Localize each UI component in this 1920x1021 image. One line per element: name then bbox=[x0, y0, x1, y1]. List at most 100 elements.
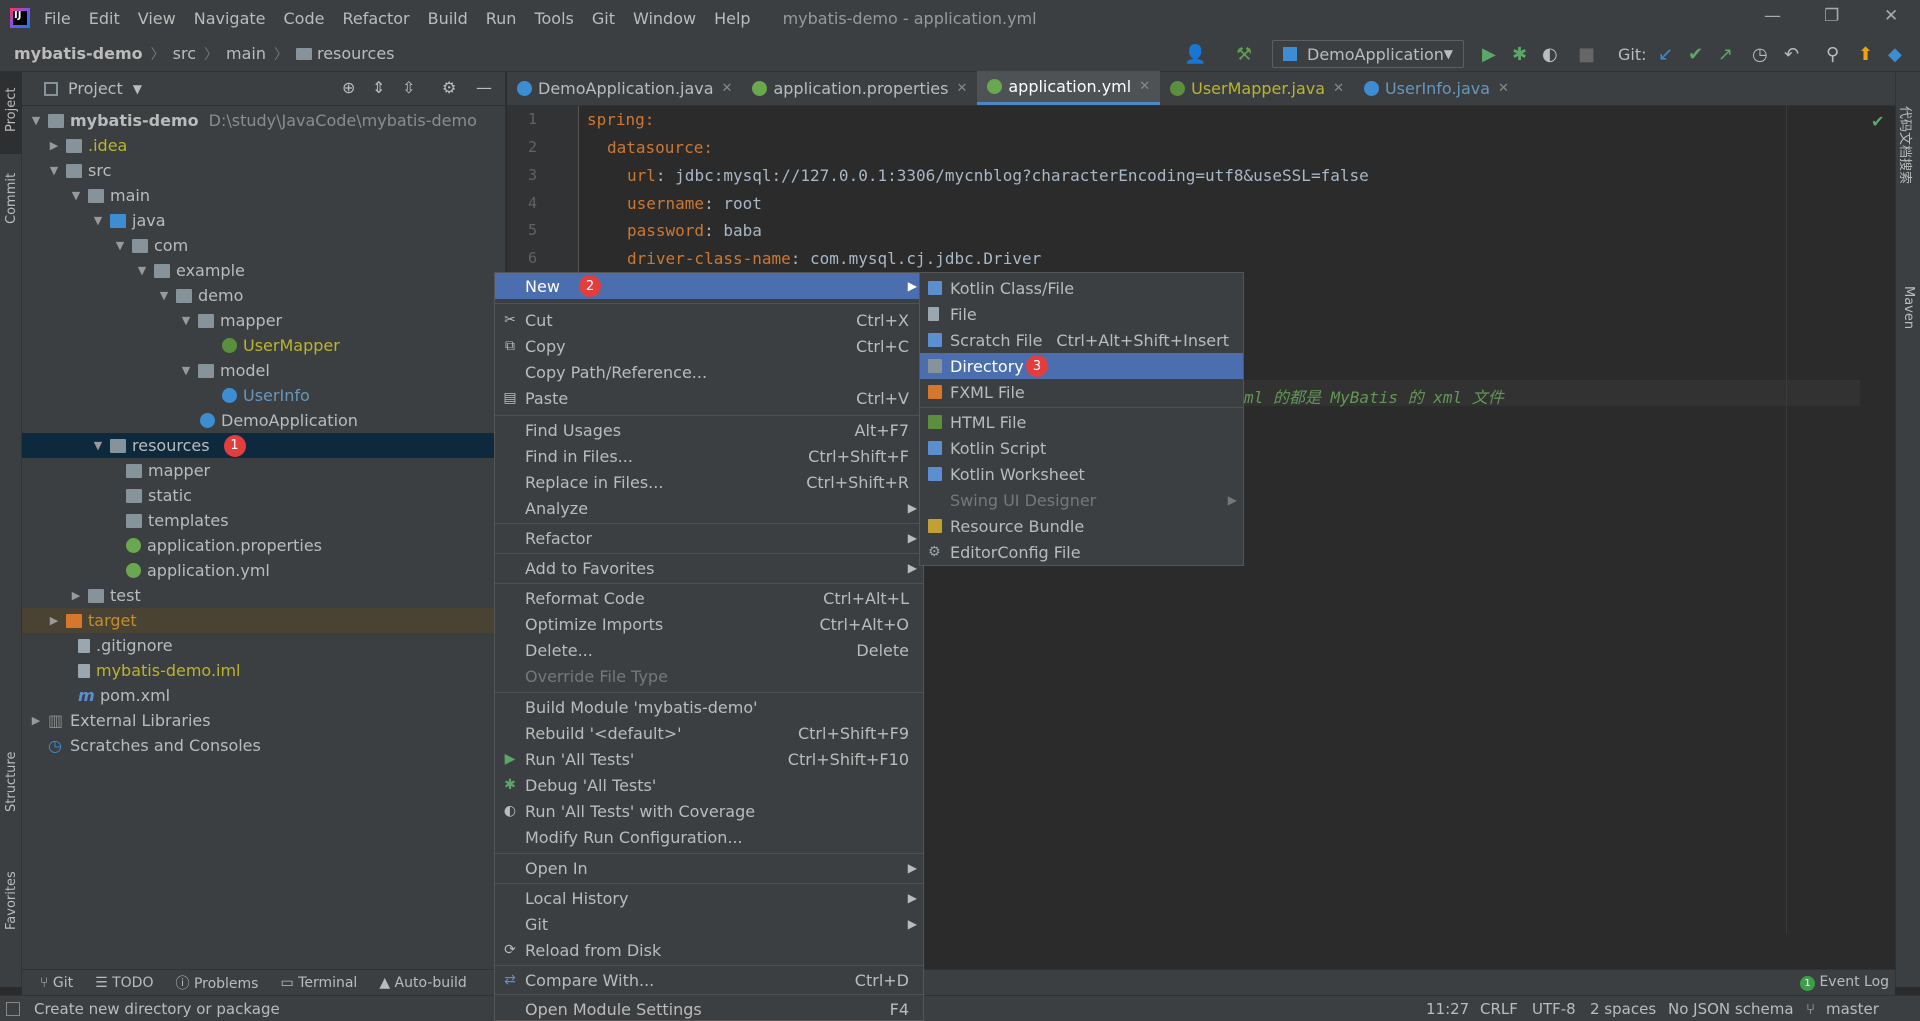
menu-item-copy[interactable]: ⧉ Copy Ctrl+C bbox=[495, 333, 923, 359]
caret-position[interactable]: 11:27 bbox=[1426, 1000, 1469, 1018]
menu-item-delete[interactable]: Delete... Delete bbox=[495, 637, 923, 663]
tree-item-java[interactable]: ▼ java bbox=[22, 208, 506, 233]
build-hammer-icon[interactable]: ⚒ bbox=[1236, 44, 1252, 65]
tab-userinfo[interactable]: UserInfo.java ✕ bbox=[1354, 71, 1519, 105]
tool-doc-search[interactable]: 代码文档搜索 bbox=[1897, 106, 1916, 184]
menu-item-optimize-imports[interactable]: Optimize Imports Ctrl+Alt+O bbox=[495, 611, 923, 637]
tool-project[interactable]: Project bbox=[4, 88, 19, 132]
menu-item-reformat-code[interactable]: Reformat Code Ctrl+Alt+L bbox=[495, 585, 923, 611]
tool-structure[interactable]: Structure bbox=[4, 752, 19, 812]
restore-icon[interactable]: ❐ bbox=[1824, 6, 1839, 26]
submenu-item-file[interactable]: File bbox=[920, 301, 1243, 327]
menu-item-rebuild[interactable]: Rebuild '<default>' Ctrl+Shift+F9 bbox=[495, 720, 923, 746]
menu-view[interactable]: View bbox=[138, 9, 176, 28]
menu-item-git[interactable]: Git ▶ bbox=[495, 911, 923, 937]
tree-item-resources[interactable]: ▼ resources 1 bbox=[22, 433, 506, 458]
menu-navigate[interactable]: Navigate bbox=[194, 9, 266, 28]
locate-icon[interactable]: ⊕ bbox=[342, 78, 355, 97]
close-icon[interactable]: ✕ bbox=[1139, 79, 1150, 94]
tree-item-application-properties[interactable]: application.properties bbox=[22, 533, 506, 558]
tree-item-gitignore[interactable]: .gitignore bbox=[22, 633, 506, 658]
hide-icon[interactable]: — bbox=[476, 78, 492, 97]
tree-item-model[interactable]: ▼ model bbox=[22, 358, 506, 383]
submenu-item-resource-bundle[interactable]: Resource Bundle bbox=[920, 513, 1243, 539]
git-commit-icon[interactable]: ✔ bbox=[1688, 44, 1703, 65]
close-window-icon[interactable]: ✕ bbox=[1884, 6, 1898, 26]
menu-item-paste[interactable]: ▤ Paste Ctrl+V bbox=[495, 385, 923, 411]
menu-item-copy-path[interactable]: Copy Path/Reference... bbox=[495, 359, 923, 385]
tree-item-templates[interactable]: templates bbox=[22, 508, 506, 533]
line-separator[interactable]: CRLF bbox=[1480, 1000, 1518, 1018]
menu-item-build-module[interactable]: Build Module 'mybatis-demo' bbox=[495, 694, 923, 720]
tree-item-pom[interactable]: m pom.xml bbox=[22, 683, 506, 708]
submenu-item-kotlin-worksheet[interactable]: Kotlin Worksheet bbox=[920, 461, 1243, 487]
gear-icon[interactable]: ⚙ bbox=[442, 78, 456, 97]
tool-auto-build[interactable]: ▲ Auto-build bbox=[379, 975, 466, 991]
menu-item-compare-with[interactable]: ⇄ Compare With... Ctrl+D bbox=[495, 967, 923, 993]
menu-item-replace-in-files[interactable]: Replace in Files... Ctrl+Shift+R bbox=[495, 469, 923, 495]
menu-git[interactable]: Git bbox=[592, 9, 615, 28]
menu-item-refactor[interactable]: Refactor ▶ bbox=[495, 525, 923, 551]
menu-item-modify-run-config[interactable]: Modify Run Configuration... bbox=[495, 824, 923, 850]
tree-item-application-yml[interactable]: application.yml bbox=[22, 558, 506, 583]
submenu-item-kotlin-class[interactable]: Kotlin Class/File bbox=[920, 275, 1243, 301]
menu-item-debug-all-tests[interactable]: ✱ Debug 'All Tests' bbox=[495, 772, 923, 798]
tool-windows-toggle-icon[interactable] bbox=[6, 1001, 20, 1016]
tab-application-properties[interactable]: application.properties ✕ bbox=[742, 71, 977, 105]
json-schema[interactable]: No JSON schema bbox=[1668, 1000, 1794, 1018]
menu-build[interactable]: Build bbox=[428, 9, 468, 28]
tree-item-project-root[interactable]: ▼ mybatis-demo D:\study\JavaCode\mybatis… bbox=[22, 108, 506, 133]
run-configuration-select[interactable]: DemoApplication ▼ bbox=[1272, 40, 1464, 68]
menu-run[interactable]: Run bbox=[486, 9, 517, 28]
tool-todo[interactable]: ☰ TODO bbox=[95, 975, 153, 991]
tree-item-demo[interactable]: ▼ demo bbox=[22, 283, 506, 308]
tree-item-iml[interactable]: mybatis-demo.iml bbox=[22, 658, 506, 683]
git-branch[interactable]: master bbox=[1826, 1000, 1879, 1018]
menu-tools[interactable]: Tools bbox=[534, 9, 573, 28]
project-panel-title[interactable]: Project bbox=[68, 79, 123, 98]
chevron-down-icon[interactable]: ▼ bbox=[133, 82, 142, 96]
tool-git[interactable]: ⑂ Git bbox=[40, 975, 73, 991]
close-icon[interactable]: ✕ bbox=[1498, 81, 1509, 96]
file-encoding[interactable]: UTF-8 bbox=[1532, 1000, 1576, 1018]
tree-item-external-libraries[interactable]: ▶ ▥ External Libraries bbox=[22, 708, 506, 733]
tree-item-idea[interactable]: ▶ .idea bbox=[22, 133, 506, 158]
git-push-icon[interactable]: ↗ bbox=[1718, 44, 1733, 65]
menu-code[interactable]: Code bbox=[284, 9, 325, 28]
menu-help[interactable]: Help bbox=[714, 9, 750, 28]
menu-item-open-module-settings[interactable]: Open Module Settings F4 bbox=[495, 996, 923, 1021]
tool-commit[interactable]: Commit bbox=[4, 173, 19, 224]
close-icon[interactable]: ✕ bbox=[722, 81, 733, 96]
coverage-icon[interactable]: ◐ bbox=[1542, 44, 1558, 65]
tool-maven[interactable]: Maven bbox=[1901, 286, 1916, 329]
tree-item-mapper-package[interactable]: ▼ mapper bbox=[22, 308, 506, 333]
submenu-item-scratch-file[interactable]: Scratch File Ctrl+Alt+Shift+Insert bbox=[920, 327, 1243, 353]
tree-item-src[interactable]: ▼ src bbox=[22, 158, 506, 183]
tool-favorites[interactable]: Favorites bbox=[4, 871, 19, 930]
inspection-ok-icon[interactable]: ✔ bbox=[1871, 112, 1884, 131]
submenu-item-editorconfig-file[interactable]: ⚙ EditorConfig File bbox=[920, 539, 1243, 565]
minimize-icon[interactable]: — bbox=[1764, 6, 1781, 26]
tab-demoapplication[interactable]: DemoApplication.java ✕ bbox=[507, 71, 742, 105]
tree-item-static[interactable]: static bbox=[22, 483, 506, 508]
menu-refactor[interactable]: Refactor bbox=[342, 9, 409, 28]
menu-item-find-in-files[interactable]: Find in Files... Ctrl+Shift+F bbox=[495, 443, 923, 469]
expand-all-icon[interactable]: ⇕ bbox=[372, 78, 385, 97]
menu-item-open-in[interactable]: Open In ▶ bbox=[495, 855, 923, 881]
collapse-all-icon[interactable]: ⇳ bbox=[402, 78, 415, 97]
menu-item-local-history[interactable]: Local History ▶ bbox=[495, 885, 923, 911]
tab-usermapper[interactable]: UserMapper.java ✕ bbox=[1160, 71, 1354, 105]
menu-item-find-usages[interactable]: Find Usages Alt+F7 bbox=[495, 417, 923, 443]
debug-icon[interactable]: ✱ bbox=[1512, 44, 1527, 65]
menu-item-analyze[interactable]: Analyze ▶ bbox=[495, 495, 923, 521]
menu-item-run-all-tests[interactable]: ▶ Run 'All Tests' Ctrl+Shift+F10 bbox=[495, 746, 923, 772]
update-icon[interactable]: ⬆ bbox=[1858, 44, 1873, 65]
tab-application-yml[interactable]: application.yml ✕ bbox=[977, 71, 1161, 105]
tree-item-scratches[interactable]: ◷ Scratches and Consoles bbox=[22, 733, 506, 758]
tree-item-usermapper[interactable]: UserMapper bbox=[22, 333, 506, 358]
menu-item-cut[interactable]: ✂ Cut Ctrl+X bbox=[495, 307, 923, 333]
toolbox-icon[interactable]: ◆ bbox=[1888, 44, 1902, 65]
event-log[interactable]: 1 Event Log bbox=[1800, 974, 1889, 991]
submenu-item-html-file[interactable]: HTML File bbox=[920, 409, 1243, 435]
menu-file[interactable]: File bbox=[44, 9, 71, 28]
